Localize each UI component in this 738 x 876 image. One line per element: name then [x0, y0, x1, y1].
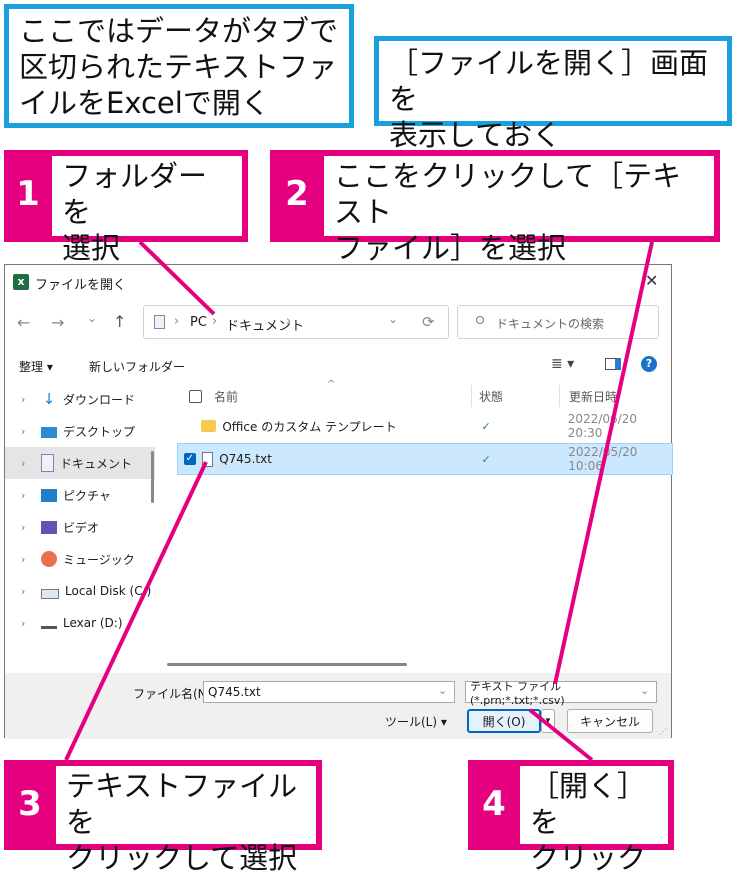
- step-4-leader-line: [528, 708, 594, 762]
- callout-leader-lines: [64, 240, 654, 762]
- step-2-leader-line: [553, 241, 654, 685]
- step-3-leader-line: [64, 461, 208, 761]
- step-1-leader-line: [138, 240, 216, 316]
